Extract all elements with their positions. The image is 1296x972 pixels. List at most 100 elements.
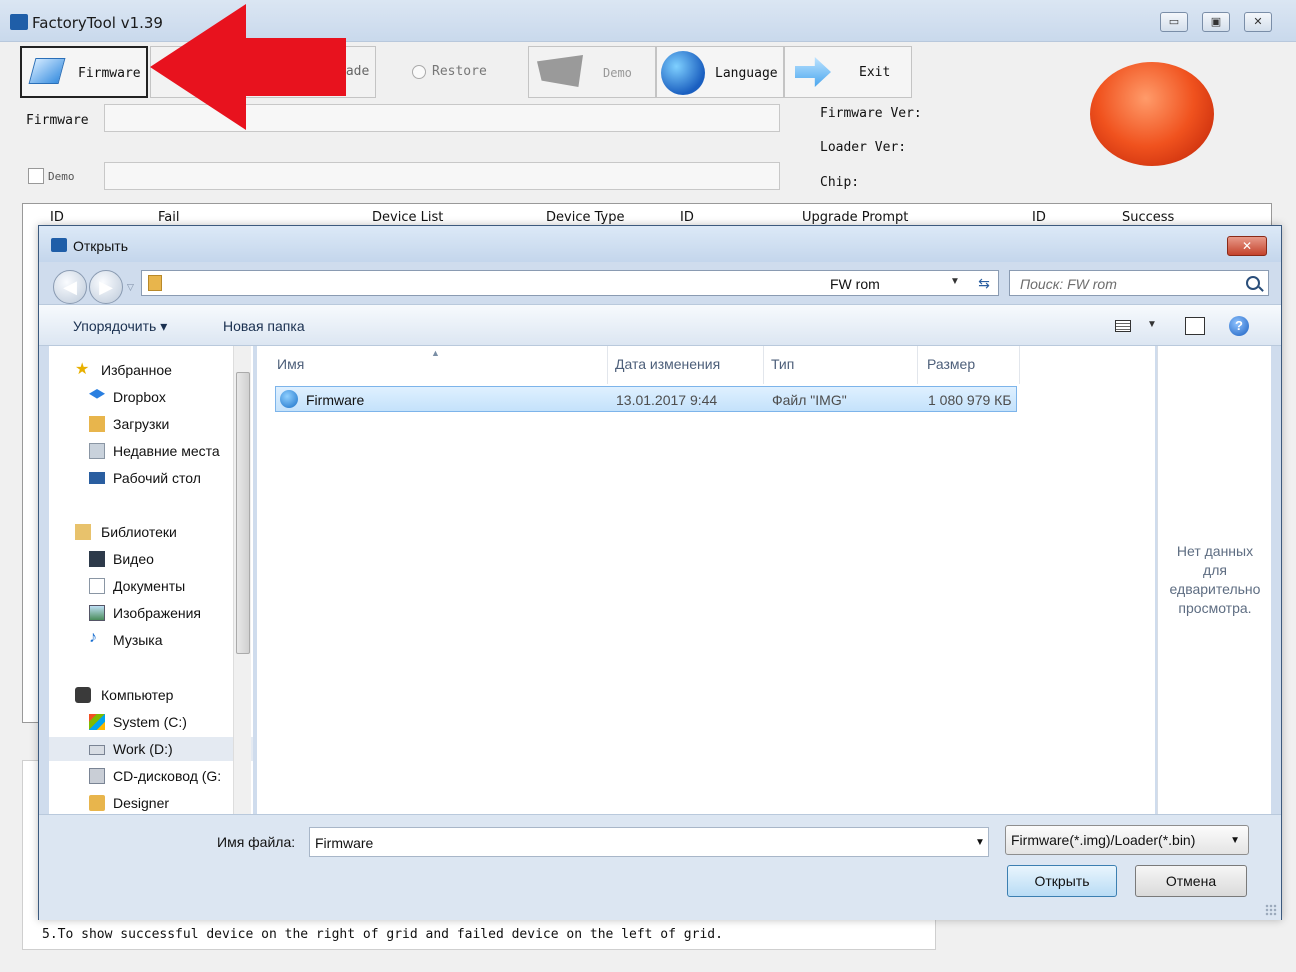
- video-icon: [89, 551, 105, 567]
- dialog-close-button[interactable]: ✕: [1227, 236, 1267, 256]
- close-window-button[interactable]: ✕: [1244, 12, 1272, 32]
- forward-button[interactable]: ▶: [89, 270, 123, 304]
- demo-button-label: Demo: [603, 66, 632, 80]
- red-arrow-annotation: [150, 4, 346, 130]
- minimize-button[interactable]: ▭: [1160, 12, 1188, 32]
- nav-item-label: Изображения: [113, 605, 201, 621]
- nav-item-label: Рабочий стол: [113, 470, 201, 486]
- command-bar: Упорядочить ▾ Новая папка ▼ ?: [39, 304, 1281, 346]
- column-divider: [917, 346, 918, 384]
- loader-ver-label: Loader Ver:: [820, 140, 907, 155]
- demo-checkbox[interactable]: [28, 168, 44, 184]
- restore-radio-label: Restore: [432, 64, 487, 79]
- globe-icon: [661, 51, 705, 95]
- drive-icon: [89, 745, 105, 755]
- downloads-folder-icon: [89, 416, 105, 432]
- preview-placeholder-text: Нет данных для едварительно просмотра.: [1169, 543, 1261, 616]
- open-button[interactable]: Открыть: [1007, 865, 1117, 897]
- back-button[interactable]: ◀: [53, 270, 87, 304]
- computer-icon: [75, 687, 91, 703]
- recent-places-icon: [89, 443, 105, 459]
- file-date: 13.01.2017 9:44: [616, 392, 718, 408]
- filename-dropdown-icon[interactable]: ▼: [975, 837, 985, 848]
- dialog-footer: Имя файла: Firmware ▼ Firmware(*.img)/Lo…: [39, 814, 1281, 920]
- search-icon[interactable]: [1246, 276, 1260, 290]
- help-icon[interactable]: ?: [1229, 316, 1249, 336]
- organize-menu[interactable]: Упорядочить ▾: [73, 318, 167, 335]
- file-row-firmware[interactable]: Firmware 13.01.2017 9:44 Файл "IMG" 1 08…: [275, 386, 1017, 412]
- column-header-date[interactable]: Дата изменения: [615, 356, 720, 372]
- nav-item-video[interactable]: Видео: [49, 547, 253, 571]
- nav-item-desktop[interactable]: Рабочий стол: [49, 466, 253, 490]
- file-list[interactable]: Имя ▲ Дата изменения Тип Размер Firmware…: [257, 346, 1155, 814]
- resize-grip-icon[interactable]: [1265, 904, 1277, 916]
- sort-arrow-icon: ▲: [431, 348, 440, 358]
- exit-button[interactable]: Exit: [784, 46, 912, 98]
- window-title: FactoryTool v1.39: [32, 14, 163, 32]
- new-folder-button[interactable]: Новая папка: [223, 318, 305, 334]
- dialog-title: Открыть: [73, 238, 128, 254]
- arrow-right-icon: [795, 57, 831, 87]
- filename-label: Имя файла:: [217, 834, 296, 850]
- search-input[interactable]: Поиск: FW rom: [1009, 270, 1269, 296]
- firmware-button[interactable]: Firmware: [20, 46, 148, 98]
- nav-item-music[interactable]: ♪ Музыка: [49, 628, 253, 652]
- nav-item-recent[interactable]: Недавние места: [49, 439, 253, 463]
- nav-item-documents[interactable]: Документы: [49, 574, 253, 598]
- nav-item-designer[interactable]: Designer: [49, 791, 253, 815]
- red-button-icon: [1090, 62, 1214, 166]
- nav-item-pictures[interactable]: Изображения: [49, 601, 253, 625]
- grid-header-fail: Fail: [158, 210, 180, 225]
- nav-item-cd-drive[interactable]: CD-дисковод (G:: [49, 764, 253, 788]
- nav-scrollbar[interactable]: [233, 346, 251, 814]
- search-placeholder: Поиск: FW rom: [1020, 276, 1117, 292]
- file-size: 1 080 979 КБ: [928, 392, 1012, 408]
- demo-button[interactable]: Demo: [528, 46, 656, 98]
- preview-pane-icon[interactable]: [1185, 317, 1205, 335]
- nav-item-libraries[interactable]: Библиотеки: [49, 520, 253, 544]
- nav-item-system-c[interactable]: System (C:): [49, 710, 253, 734]
- nav-scroll-thumb[interactable]: [236, 372, 250, 654]
- big-red-run-button[interactable]: [1080, 56, 1224, 184]
- view-dropdown-icon[interactable]: ▼: [1147, 319, 1157, 330]
- nav-item-label: Work (D:): [113, 741, 173, 757]
- nav-item-dropbox[interactable]: Dropbox: [49, 385, 253, 409]
- language-button[interactable]: Language: [656, 46, 784, 98]
- nav-item-downloads[interactable]: Загрузки: [49, 412, 253, 436]
- nav-item-work-d[interactable]: Work (D:): [49, 737, 253, 761]
- file-type: Файл "IMG": [772, 392, 847, 408]
- nav-item-favorites[interactable]: ★ Избранное: [49, 358, 253, 382]
- address-bar[interactable]: FW rom ▼: [141, 270, 999, 296]
- column-header-type[interactable]: Тип: [771, 356, 794, 372]
- cancel-button[interactable]: Отмена: [1135, 865, 1247, 897]
- chip-label: Chip:: [820, 175, 860, 190]
- dialog-app-icon: [51, 238, 67, 252]
- nav-item-label: CD-дисковод (G:: [113, 768, 222, 784]
- maximize-button[interactable]: ▣: [1202, 12, 1230, 32]
- open-file-dialog: Открыть ✕ ◀ ▶ ▽ FW rom ▼ ⇆ Поиск: FW rom…: [38, 225, 1282, 920]
- file-name: Firmware: [306, 392, 365, 408]
- address-dropdown-icon[interactable]: ▼: [950, 276, 960, 287]
- designer-icon: [89, 795, 105, 811]
- address-path: FW rom: [830, 276, 880, 292]
- nav-item-computer[interactable]: Компьютер: [49, 683, 253, 707]
- firmware-file-icon: [280, 390, 298, 408]
- firmware-ver-label: Firmware Ver:: [820, 106, 922, 121]
- filename-input[interactable]: Firmware: [309, 827, 989, 857]
- nav-item-label: Видео: [113, 551, 154, 567]
- view-options-icon[interactable]: [1115, 320, 1131, 332]
- firmware-path-label: Firmware: [26, 113, 89, 128]
- file-type-filter-select[interactable]: Firmware(*.img)/Loader(*.bin) ▼: [1005, 825, 1249, 855]
- filter-value: Firmware(*.img)/Loader(*.bin): [1011, 832, 1196, 848]
- restore-radio[interactable]: [412, 65, 426, 79]
- column-header-name[interactable]: Имя: [277, 356, 304, 372]
- dropbox-icon: [89, 389, 105, 399]
- hint-text: 5.To show successful device on the right…: [42, 927, 723, 942]
- app-icon: [10, 14, 28, 30]
- history-dropdown-icon[interactable]: ▽: [127, 282, 134, 293]
- column-header-size[interactable]: Размер: [927, 356, 975, 372]
- music-icon: ♪: [89, 629, 97, 646]
- refresh-icon[interactable]: ⇆: [969, 272, 999, 294]
- demo-path-field[interactable]: [104, 162, 780, 190]
- nav-item-label: Музыка: [113, 632, 163, 648]
